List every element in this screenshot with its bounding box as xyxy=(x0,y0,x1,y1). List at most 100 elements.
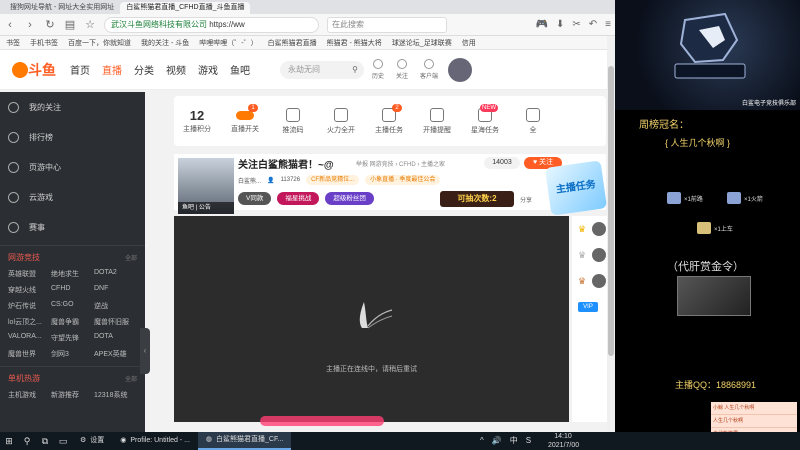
avatar[interactable] xyxy=(448,57,473,82)
bookmark-item[interactable]: 哔哩哔哩（゜-゜） xyxy=(199,38,257,48)
room-tags[interactable]: 举报 网游竞技 › CFHD › 主播之家 xyxy=(356,159,445,168)
nav-live[interactable]: 直播 xyxy=(102,62,122,77)
share-button[interactable]: 分享 xyxy=(520,195,532,204)
nav-video[interactable]: 视频 xyxy=(166,62,186,77)
gift-button[interactable]: 全 xyxy=(516,107,550,135)
guild-chip[interactable]: 小象直播 · 季度最佳公会 xyxy=(365,175,441,185)
more-link[interactable]: 全部 xyxy=(125,253,137,262)
live-reminder-button[interactable]: 开播提醒 xyxy=(420,107,454,135)
bookmark-item[interactable]: 球迷论坛_足球联赛 xyxy=(392,38,452,48)
forward-icon[interactable]: › xyxy=(24,19,36,31)
chevron-up-icon[interactable]: ^ xyxy=(480,432,484,450)
refresh-icon[interactable]: ↻ xyxy=(44,18,56,31)
download-icon[interactable]: ⬇ xyxy=(556,19,564,30)
tab-douyu[interactable]: 白鲨熊猫君直播_CFHD直播_斗鱼直播 xyxy=(120,2,251,14)
rank-row[interactable]: ♛ xyxy=(572,268,610,294)
game-link[interactable]: 新游推荐 xyxy=(51,390,94,400)
ime-indicator[interactable]: 中 xyxy=(510,432,518,450)
bookmark-item[interactable]: 书签 xyxy=(6,38,20,48)
game-link[interactable]: 主机游戏 xyxy=(8,390,51,400)
sidebar-item-esports[interactable]: 赛事 xyxy=(0,212,145,242)
sidebar-item-ranking[interactable]: 排行榜 xyxy=(0,122,145,152)
bookmark-item[interactable]: 我的关注 - 斗鱼 xyxy=(141,38,189,48)
task-view-icon[interactable]: ⧉ xyxy=(36,432,54,450)
nav-category[interactable]: 分类 xyxy=(134,62,154,77)
rank-row[interactable]: ♛ xyxy=(572,216,610,242)
promo-bar[interactable] xyxy=(260,416,384,426)
game-link[interactable]: lol云顶之... xyxy=(8,317,51,327)
star-icon[interactable]: ☆ xyxy=(84,18,96,31)
event-chip[interactable]: CF新品竞猜位... xyxy=(306,175,360,185)
anchor-points[interactable]: 12 主播积分 xyxy=(180,108,214,134)
lottery-button[interactable]: 可抽次数:2 xyxy=(440,191,514,207)
game-icon[interactable]: 🎮 xyxy=(536,19,548,30)
game-link[interactable]: APEX英雄 xyxy=(94,349,137,359)
more-link[interactable]: 全部 xyxy=(125,374,137,383)
game-link[interactable]: VALORA... xyxy=(8,333,51,343)
room-cover[interactable]: 鱼吧 | 公告 xyxy=(178,158,234,214)
game-link[interactable]: DOTA2 xyxy=(94,269,137,279)
sogou-icon[interactable]: S xyxy=(526,432,531,450)
browser-search-field[interactable]: 在此搜索 xyxy=(327,16,447,33)
nav-yuba[interactable]: 鱼吧 xyxy=(230,62,250,77)
anchor-task-badge[interactable]: 主播任务 xyxy=(544,160,608,216)
game-link[interactable]: 剑网3 xyxy=(51,349,94,359)
bookmark-item[interactable]: 白鲨熊猫君直播 xyxy=(268,38,317,48)
game-link[interactable]: 魔兽怀旧服 xyxy=(94,317,137,327)
sidebar-item-webgames[interactable]: 页游中心 xyxy=(0,152,145,182)
history-button[interactable]: 历史 xyxy=(372,59,384,80)
douyu-logo[interactable]: 斗鱼 xyxy=(12,60,60,80)
game-link[interactable]: 逆战 xyxy=(94,301,137,311)
taskbar-app-settings[interactable]: ⚙ 设置 xyxy=(72,432,112,450)
game-link[interactable]: CFHD xyxy=(51,285,94,295)
game-link[interactable]: 炉石传说 xyxy=(8,301,51,311)
game-link[interactable]: 穿越火线 xyxy=(8,285,51,295)
volume-icon[interactable]: 🔊 xyxy=(492,432,502,450)
star-sea-task-button[interactable]: NEW 星海任务 xyxy=(468,103,502,135)
bookmark-item[interactable]: 熊猫君 - 熊猫大将 xyxy=(327,38,382,48)
game-link[interactable]: CS:GO xyxy=(51,301,94,311)
reader-icon[interactable]: ▤ xyxy=(64,18,76,31)
game-link[interactable]: 魔兽争霸 xyxy=(51,317,94,327)
client-button[interactable]: 客户端 xyxy=(420,59,438,80)
vip-pill[interactable]: V同款 xyxy=(238,192,272,205)
page-scrollbar[interactable] xyxy=(607,36,615,432)
game-link[interactable]: 英雄联盟 xyxy=(8,269,51,279)
sidebar-item-cloudgame[interactable]: 云游戏 xyxy=(0,182,145,212)
taskbar-app-obs[interactable]: ◉ Profile: Untitled - ... xyxy=(112,432,198,450)
sidebar-item-follow[interactable]: 我的关注 xyxy=(0,92,145,122)
nav-home[interactable]: 首页 xyxy=(70,62,90,77)
fire-button[interactable]: 火力全开 xyxy=(324,107,358,135)
fan-club-pill[interactable]: 超级粉丝团 xyxy=(325,192,374,205)
game-link[interactable]: 12318系统 xyxy=(94,390,137,400)
tab-sogou[interactable]: 搜狗网址导航 - 网址大全实用网址 xyxy=(4,2,120,14)
search-icon[interactable]: ⚲ xyxy=(18,432,36,450)
folder-icon[interactable]: ▭ xyxy=(54,432,72,450)
live-toggle[interactable]: 1 直播开关 xyxy=(228,104,262,134)
lucky-challenge-pill[interactable]: 福星挑战 xyxy=(277,192,320,205)
follow-list-button[interactable]: 关注 xyxy=(396,59,408,80)
bookmark-item[interactable]: 信用 xyxy=(462,38,476,48)
menu-icon[interactable]: ≡ xyxy=(605,19,611,30)
sidebar-collapse-button[interactable]: ‹ xyxy=(140,328,150,374)
bookmark-item[interactable]: 手机书签 xyxy=(30,38,58,48)
windows-start-icon[interactable]: ⊞ xyxy=(0,432,18,450)
url-field[interactable]: 武汉斗鱼网络科技有限公司 https://ww xyxy=(104,16,319,33)
stream-key-button[interactable]: 推流码 xyxy=(276,107,310,135)
anchor-nick[interactable]: 白鲨熊... xyxy=(238,176,261,185)
bookmark-item[interactable]: 百度一下，你就知道 xyxy=(68,38,131,48)
back-icon[interactable]: ‹ xyxy=(4,19,16,31)
game-link[interactable]: 魔兽世界 xyxy=(8,349,51,359)
game-link[interactable]: DNF xyxy=(94,285,137,295)
scissors-icon[interactable]: ✂ xyxy=(572,19,580,30)
nav-games[interactable]: 游戏 xyxy=(198,62,218,77)
video-player[interactable]: 主播正在连线中，请稍后重试 xyxy=(174,216,569,426)
search-icon[interactable]: ⚲ xyxy=(352,61,358,79)
site-search-input[interactable]: 永劫无间 ⚲ xyxy=(280,60,364,79)
rank-row[interactable]: ♛ xyxy=(572,242,610,268)
scrollbar-thumb[interactable] xyxy=(608,66,614,356)
anchor-task-button[interactable]: 2 主播任务 xyxy=(372,103,406,135)
game-link[interactable]: 绝地求生 xyxy=(51,269,94,279)
game-link[interactable]: 守望先锋 xyxy=(51,333,94,343)
clock[interactable]: 14:10 2021/7/00 xyxy=(548,432,579,450)
